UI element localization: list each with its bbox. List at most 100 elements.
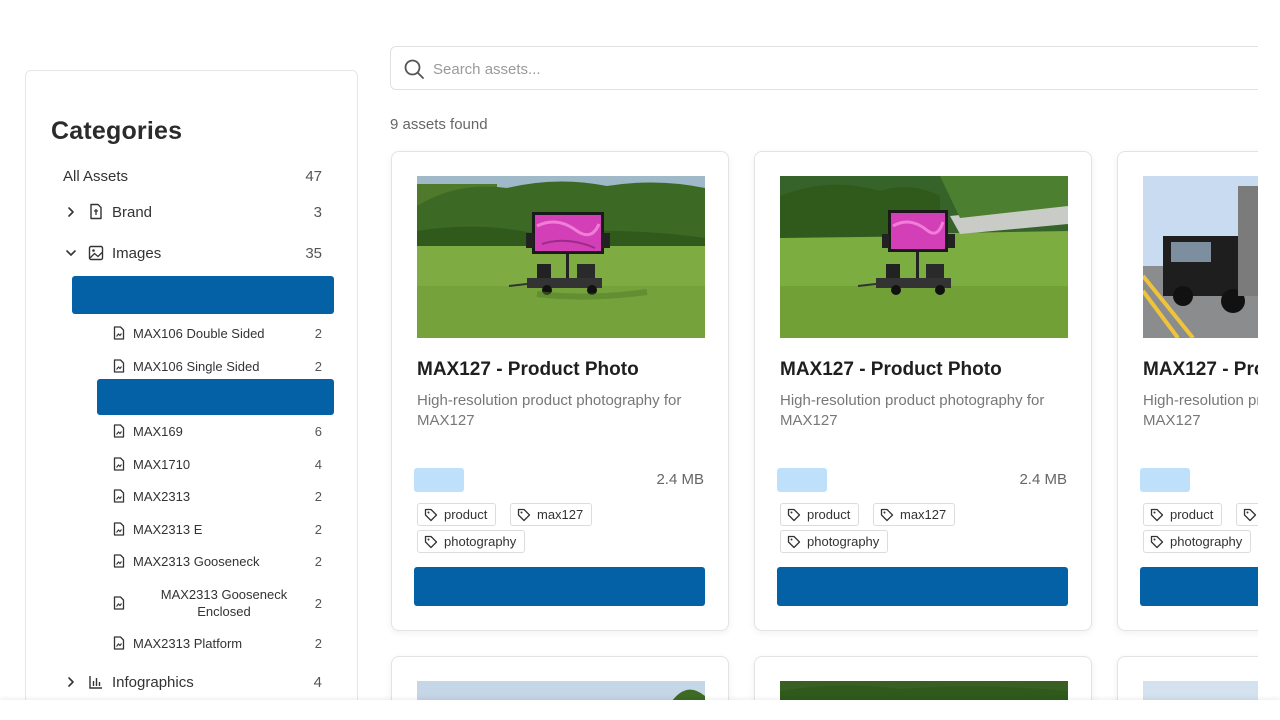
- sidebar-item-images[interactable]: Images 35: [26, 241, 359, 265]
- sidebar-subitem[interactable]: MAX2313 2: [26, 485, 359, 507]
- tag-icon: [787, 535, 801, 548]
- sidebar-subitem[interactable]: MAX169 6: [26, 420, 359, 442]
- image-icon: [88, 245, 104, 261]
- sidebar-subitem[interactable]: MAX106 Single Sided 2: [26, 355, 359, 377]
- sidebar-subitem-count: 6: [314, 423, 322, 439]
- sidebar-subitem[interactable]: MAX2313 Gooseneck 2: [26, 550, 359, 572]
- selected-subcategory-highlight[interactable]: [97, 379, 334, 415]
- file-image-icon: [113, 636, 125, 650]
- file-image-icon: [113, 522, 125, 536]
- tag-icon: [880, 508, 894, 521]
- file-image-icon: [113, 489, 125, 503]
- tag-label: product: [807, 507, 851, 522]
- tag-icon: [424, 535, 438, 548]
- asset-type-badge: [414, 468, 464, 492]
- viewport-edge: [1258, 0, 1280, 720]
- asset-description: High-resolution product photography for …: [780, 392, 1045, 429]
- tag-chip[interactable]: product: [1143, 503, 1223, 526]
- tag-label: photography: [1170, 534, 1243, 549]
- sidebar-subitem[interactable]: MAX2313 Platform 2: [26, 632, 359, 654]
- tag-chip[interactable]: max127: [873, 503, 956, 526]
- download-button[interactable]: [414, 567, 705, 606]
- sidebar-subitem[interactable]: MAX2313 E 2: [26, 518, 359, 540]
- sidebar-subitem-label: MAX2313: [133, 488, 191, 504]
- asset-type-badge: [777, 468, 827, 492]
- sidebar-subitem[interactable]: MAX1710 4: [26, 453, 359, 475]
- download-button[interactable]: [777, 567, 1068, 606]
- tag-icon: [787, 508, 801, 521]
- sidebar-item-brand[interactable]: Brand 3: [26, 200, 359, 224]
- sidebar-item-all-assets[interactable]: All Assets 47: [26, 164, 359, 188]
- tag-label: max127: [900, 507, 947, 522]
- search-bar[interactable]: [390, 46, 1280, 90]
- sidebar-subitem-count: 2: [314, 358, 322, 374]
- asset-library-page: Categories All Assets 47 Brand 3 Images …: [0, 0, 1280, 720]
- sidebar-subitem-label: MAX169: [133, 423, 183, 439]
- chevron-right-icon[interactable]: [64, 675, 78, 689]
- search-icon: [404, 59, 424, 79]
- asset-thumbnail[interactable]: [780, 176, 1068, 338]
- sidebar-subitem-count: 4: [314, 456, 322, 472]
- sidebar-subitem-label: MAX2313 E: [133, 521, 203, 537]
- tag-chip[interactable]: photography: [1143, 530, 1252, 553]
- sidebar-subitem-label: MAX106 Single Sided: [133, 358, 260, 374]
- file-image-icon: [113, 554, 125, 568]
- tag-chip[interactable]: photography: [417, 530, 526, 553]
- file-image-icon: [113, 326, 125, 340]
- search-input[interactable]: [433, 57, 1033, 81]
- sidebar-item-count: 47: [305, 167, 322, 185]
- sidebar-subitem[interactable]: MAX106 Double Sided 2: [26, 322, 359, 344]
- file-image-icon: [113, 359, 125, 373]
- tag-icon: [1150, 535, 1164, 548]
- sidebar-item-label: Images: [112, 244, 162, 262]
- file-image-icon: [113, 457, 125, 471]
- bar-chart-icon: [89, 676, 102, 689]
- tag-chip[interactable]: product: [417, 503, 497, 526]
- categories-title: Categories: [51, 117, 183, 145]
- sidebar-subitem[interactable]: MAX2313 Gooseneck Enclosed 2: [26, 583, 359, 623]
- sidebar-item-infographics[interactable]: Infographics 4: [26, 670, 359, 694]
- sidebar-subitem-label: MAX106 Double Sided: [133, 325, 265, 341]
- asset-image: [780, 176, 1068, 338]
- sidebar-item-label: All Assets: [63, 167, 129, 185]
- asset-card[interactable]: MAX127 - Product Photo High-resolution p…: [754, 151, 1092, 631]
- tag-chip[interactable]: product: [780, 503, 860, 526]
- sidebar-subitem-count: 2: [314, 521, 322, 537]
- sidebar-item-label: Brand: [112, 203, 153, 221]
- chevron-down-icon[interactable]: [64, 246, 78, 260]
- asset-description: High-resolution product photography for …: [417, 392, 682, 429]
- sidebar-subitem-count: 2: [314, 488, 322, 504]
- asset-title: MAX127 - Product Photo: [780, 359, 1002, 380]
- tag-chip[interactable]: photography: [780, 530, 889, 553]
- results-count: 9 assets found: [390, 116, 488, 133]
- tag-label: product: [444, 507, 488, 522]
- tag-chip[interactable]: max127: [510, 503, 593, 526]
- asset-file-size: 2.4 MB: [656, 471, 704, 488]
- sidebar-subitem-label: MAX2313 Gooseneck Enclosed: [160, 587, 288, 619]
- tag-label: photography: [444, 534, 517, 549]
- categories-sidebar: Categories All Assets 47 Brand 3 Images …: [25, 70, 358, 720]
- file-brand-icon: [90, 203, 102, 220]
- asset-image: [417, 176, 705, 338]
- asset-file-size: 2.4 MB: [1019, 471, 1067, 488]
- tag-icon: [424, 508, 438, 521]
- sidebar-item-count: 3: [313, 203, 322, 221]
- sidebar-subitem-label: MAX1710: [133, 456, 191, 472]
- sidebar-subitem-count: 2: [314, 635, 322, 651]
- asset-card[interactable]: MAX127 - Product Photo High-resolution p…: [1117, 151, 1280, 631]
- asset-type-badge: [1140, 468, 1190, 492]
- selected-subcategory-highlight[interactable]: [72, 276, 334, 314]
- bottom-edge: [0, 700, 1280, 720]
- asset-card[interactable]: MAX127 - Product Photo High-resolution p…: [391, 151, 729, 631]
- chevron-right-icon[interactable]: [64, 205, 78, 219]
- tag-icon: [1243, 508, 1257, 521]
- file-image-icon: [113, 424, 125, 438]
- asset-title: MAX127 - Product Photo: [417, 359, 639, 380]
- tag-label: photography: [807, 534, 880, 549]
- sidebar-item-count: 4: [313, 673, 322, 691]
- tag-icon: [517, 508, 531, 521]
- sidebar-subitem-label: MAX2313 Platform: [133, 635, 243, 651]
- asset-thumbnail[interactable]: [417, 176, 705, 338]
- sidebar-subitem-count: 2: [314, 595, 322, 611]
- tag-label: product: [1170, 507, 1214, 522]
